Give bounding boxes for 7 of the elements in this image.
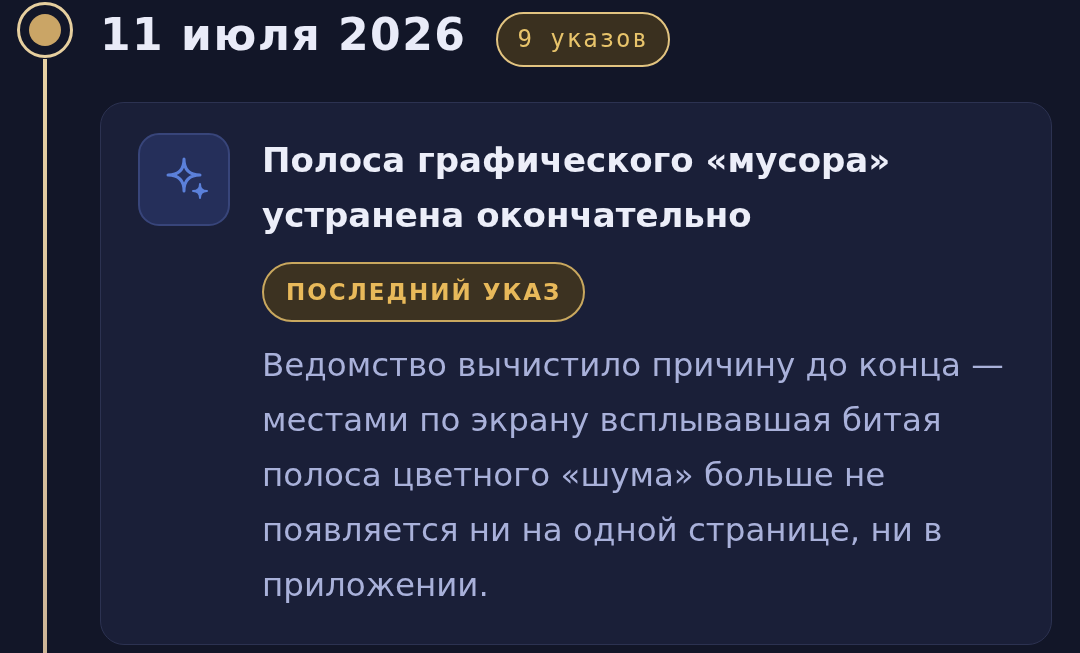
- announcement-title: Полоса графического «мусора» устранена окончательно: [262, 139, 892, 237]
- count-badge: 9 указов: [496, 11, 670, 67]
- status-tag: ПОСЛЕДНИЙ УКАЗ: [262, 262, 586, 322]
- announcement-text: Ведомство вычистило причину до конца — местами по экрану всплывавшая битая полоса цветного «шума» больше не появляется ни на одной странице, ни в приложении.: [262, 345, 1005, 606]
- sparkles-icon: [138, 133, 230, 226]
- date-heading: 11 июля 2026: [100, 12, 467, 57]
- timeline-dot-icon: [16, 1, 74, 59]
